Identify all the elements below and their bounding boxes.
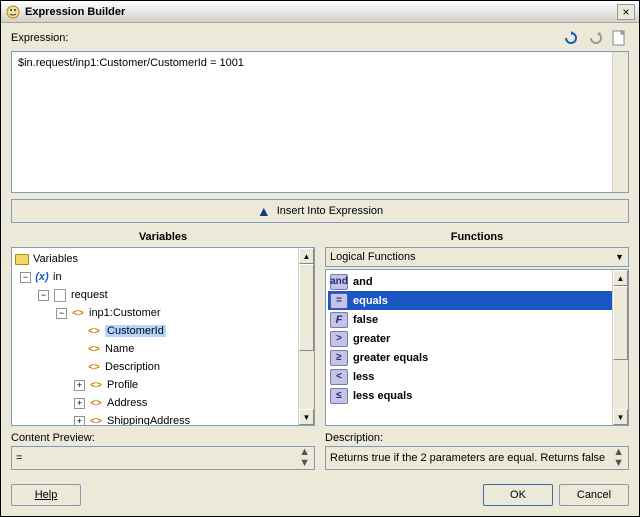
expand-icon[interactable]: + [74,416,85,427]
tree-node-shippingaddress[interactable]: + <> ShippingAddress [14,412,312,426]
content-preview-label: Content Preview: [11,432,315,444]
func-and[interactable]: andand [328,272,628,291]
variables-header: Variables [11,229,315,247]
expression-textarea[interactable]: $in.request/inp1:Customer/CustomerId = 1… [11,51,629,193]
refresh-icon[interactable] [561,29,581,47]
title-bar: Expression Builder × [1,1,639,23]
element-icon: <> [86,360,102,374]
functions-list[interactable]: andand =equals Ffalse >greater ≥greater … [325,269,629,426]
folder-icon [14,252,30,266]
func-less-equals[interactable]: ≤less equals [328,386,628,405]
expression-label: Expression: [11,32,561,44]
element-icon: <> [88,414,104,426]
func-icon: and [330,274,348,290]
tree-node-customerid[interactable]: <> CustomerId [14,322,312,340]
func-greater-equals[interactable]: ≥greater equals [328,348,628,367]
insert-into-expression-button[interactable]: ▲ Insert Into Expression [11,199,629,223]
element-icon: <> [88,378,104,392]
functions-scrollbar[interactable]: ▲▼ [612,270,628,425]
func-equals[interactable]: =equals [328,291,628,310]
app-icon [5,4,21,20]
element-icon: <> [88,396,104,410]
func-icon: < [330,369,348,385]
expression-text: $in.request/inp1:Customer/CustomerId = 1… [18,57,244,69]
func-icon: F [330,312,348,328]
functions-header: Functions [325,229,629,247]
collapse-icon[interactable]: − [20,272,31,283]
cancel-button[interactable]: Cancel [559,484,629,506]
description-field[interactable]: Returns true if the 2 parameters are equ… [325,446,629,470]
tree-node-description[interactable]: <> Description [14,358,312,376]
variables-tree[interactable]: Variables − (x) in − request − < [11,247,315,426]
tree-node-name[interactable]: <> Name [14,340,312,358]
func-icon: ≥ [330,350,348,366]
func-greater[interactable]: >greater [328,329,628,348]
tree-scrollbar[interactable]: ▲▼ [298,248,314,425]
tree-root[interactable]: Variables [14,250,312,268]
expand-icon[interactable]: + [74,398,85,409]
func-icon: = [330,293,348,309]
tree-node-in[interactable]: − (x) in [14,268,312,286]
collapse-icon[interactable]: − [56,308,67,319]
tree-node-customer[interactable]: − <> inp1:Customer [14,304,312,322]
expand-icon[interactable]: + [74,380,85,391]
help-button[interactable]: Help [11,484,81,506]
func-false[interactable]: Ffalse [328,310,628,329]
close-button[interactable]: × [617,4,635,20]
tree-node-address[interactable]: + <> Address [14,394,312,412]
variable-icon: (x) [34,270,50,284]
undo-icon[interactable] [585,29,605,47]
function-category-dropdown[interactable]: Logical Functions ▼ [325,247,629,267]
description-label: Description: [325,432,629,444]
content-preview-field[interactable]: = ▲▼ [11,446,315,470]
chevron-down-icon: ▼ [615,252,624,262]
spinner-icon[interactable]: ▲▼ [299,447,310,469]
ok-button[interactable]: OK [483,484,553,506]
dialog-content: Expression: $in.request/inp1:Customer/Cu… [1,23,639,516]
func-icon: ≤ [330,388,348,404]
window-title: Expression Builder [25,6,617,18]
collapse-icon[interactable]: − [38,290,49,301]
element-icon: <> [86,324,102,338]
element-icon: <> [70,306,86,320]
new-page-icon[interactable] [609,29,629,47]
document-icon [52,288,68,302]
insert-label: Insert Into Expression [277,205,383,217]
spinner-icon[interactable]: ▲▼ [613,447,624,469]
func-less[interactable]: <less [328,367,628,386]
expression-scrollbar[interactable] [612,52,628,192]
tree-node-profile[interactable]: + <> Profile [14,376,312,394]
element-icon: <> [86,342,102,356]
tree-node-request[interactable]: − request [14,286,312,304]
func-icon: > [330,331,348,347]
chevron-up-icon: ▲ [257,203,271,219]
